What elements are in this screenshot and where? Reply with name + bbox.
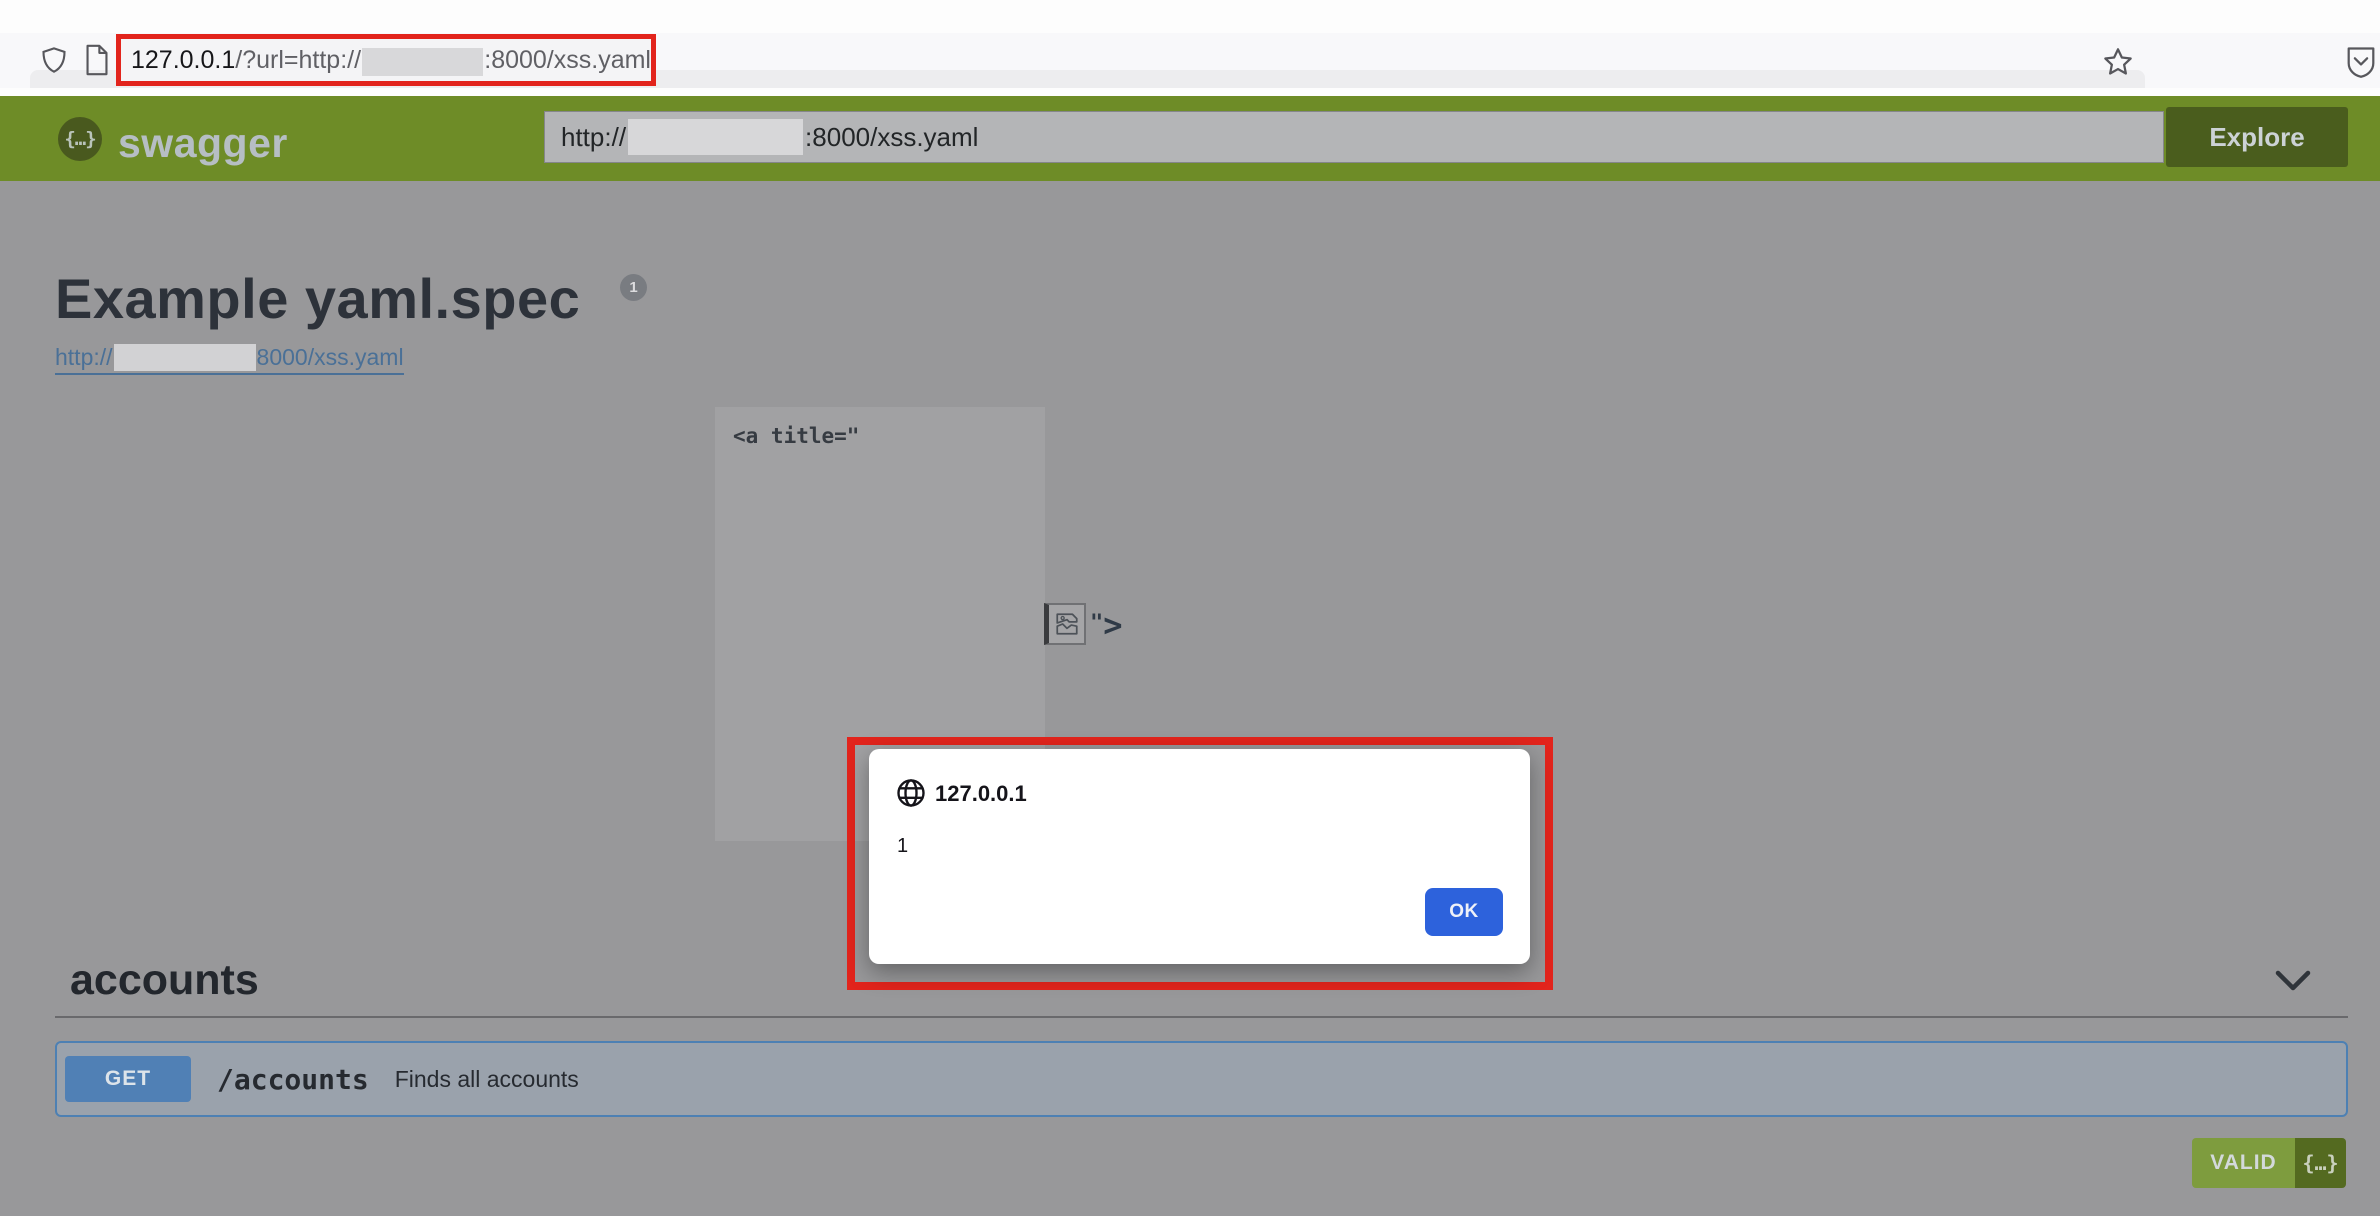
spec-link-suffix: 8000/xss.yaml [257, 344, 404, 371]
address-redaction-box [362, 48, 483, 76]
alert-message: 1 [897, 835, 908, 858]
swagger-url-prefix: http:// [561, 122, 626, 153]
xss-tail-gt: > [1103, 606, 1122, 644]
xss-tail-text: "> [1090, 606, 1123, 644]
screenshot-root: 127.0.0.1/?url=http://:8000/xss.yaml {…}… [0, 0, 2380, 1216]
alert-origin-host: 127.0.0.1 [935, 781, 1027, 807]
validator-status-label: VALID [2192, 1138, 2295, 1188]
swagger-url-suffix: :8000/xss.yaml [805, 122, 978, 153]
xss-code-snippet: <a title=" [733, 424, 859, 448]
address-suffix: :8000/xss.yaml [484, 46, 651, 75]
spec-link-redaction-box [114, 344, 256, 371]
swagger-url-redaction-box [628, 119, 803, 155]
http-method-label: GET [105, 1067, 151, 1091]
tag-section-heading[interactable]: accounts [70, 956, 259, 1005]
swagger-logo-glyph: {…} [64, 128, 95, 150]
alert-ok-button[interactable]: OK [1425, 888, 1503, 936]
address-query: /?url=http:// [235, 46, 361, 75]
swagger-logo-icon: {…} [58, 117, 102, 161]
spec-link-prefix: http:// [55, 344, 113, 371]
operation-path: /accounts [217, 1063, 369, 1096]
spec-url-link[interactable]: http:// 8000/xss.yaml [55, 344, 404, 375]
swagger-url-input[interactable]: http:// :8000/xss.yaml [544, 111, 2164, 163]
explore-button[interactable]: Explore [2166, 107, 2348, 167]
explore-button-label: Explore [2209, 122, 2304, 153]
chevron-down-icon[interactable] [2274, 968, 2312, 994]
http-method-badge: GET [65, 1056, 191, 1102]
xss-tail-quote: " [1090, 611, 1103, 636]
browser-addon-shield-icon[interactable] [2346, 46, 2376, 78]
bookmark-star-icon[interactable] [2102, 46, 2134, 78]
address-bar-annotation[interactable]: 127.0.0.1/?url=http:// :8000/xss.yaml [116, 34, 656, 86]
globe-icon [896, 778, 926, 808]
address-host: 127.0.0.1 [131, 46, 235, 75]
tag-section-divider [55, 1016, 2348, 1018]
broken-image-icon [1044, 603, 1086, 645]
operation-summary: Finds all accounts [395, 1066, 579, 1093]
alert-ok-label: OK [1449, 901, 1479, 923]
operation-row-get-accounts[interactable]: GET /accounts Finds all accounts [55, 1041, 2348, 1117]
spec-version-number: 1 [629, 279, 637, 296]
browser-top-strip [0, 0, 2380, 33]
swagger-validator-badge[interactable]: VALID {…} [2192, 1138, 2346, 1188]
page-title: Example yaml.spec [55, 266, 580, 331]
shield-icon[interactable] [40, 45, 68, 75]
toolbar-bottom-divider [0, 88, 2380, 96]
swagger-brand-text: swagger [118, 120, 288, 167]
validator-brace-icon: {…} [2295, 1138, 2346, 1188]
spec-version-badge: 1 [620, 274, 647, 301]
page-icon[interactable] [84, 44, 110, 76]
alert-dialog: 127.0.0.1 1 OK [869, 749, 1530, 964]
